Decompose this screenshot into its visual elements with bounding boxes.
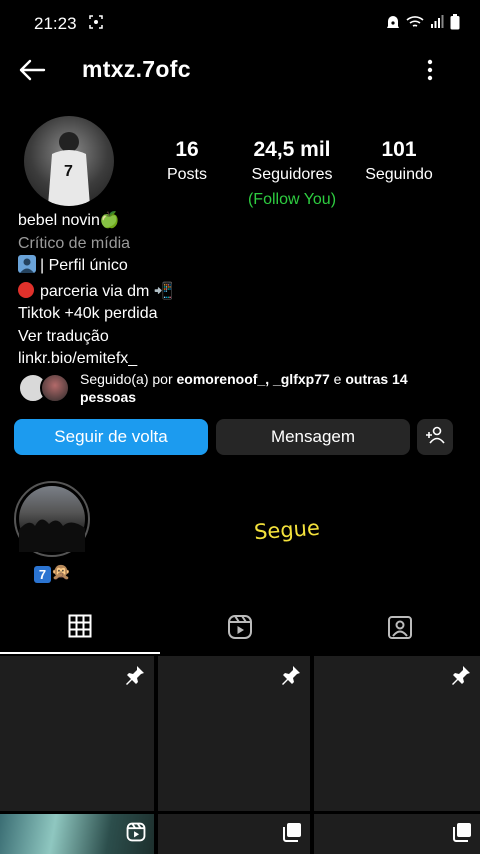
status-time: 21:23	[34, 14, 77, 33]
screenshot-icon	[88, 14, 103, 34]
tagged-icon	[387, 614, 413, 645]
story-highlight[interactable]	[14, 481, 90, 557]
profile-username: mtxz.7ofc	[82, 56, 191, 82]
grid-post[interactable]	[0, 656, 154, 811]
wifi-icon	[406, 14, 424, 34]
tab-reels[interactable]	[160, 604, 320, 654]
grid-post[interactable]	[158, 656, 310, 811]
highlight-label-text: 🙊	[51, 564, 71, 581]
followed-by-users: eomorenoof_, _glfxp77	[176, 371, 330, 387]
followed-by-prefix: Seguido(a) por	[80, 371, 173, 387]
stat-posts[interactable]: 16 Posts	[160, 138, 214, 184]
signal-icon	[430, 14, 444, 34]
alarm-icon	[386, 14, 400, 35]
carousel-icon	[452, 822, 472, 847]
grid-post[interactable]	[314, 656, 480, 811]
stat-followers[interactable]: 24,5 mil Seguidores	[240, 138, 344, 184]
stat-posts-value: 16	[175, 138, 199, 161]
vertical-dots-icon[interactable]	[420, 58, 440, 82]
see-translation-link[interactable]: Ver tradução	[18, 326, 458, 349]
bio-line-2: parceria via dm 📲	[40, 282, 174, 300]
grid-post[interactable]	[314, 814, 480, 854]
tab-tagged[interactable]	[320, 604, 480, 654]
pin-icon	[450, 664, 472, 691]
followed-by[interactable]: Seguido(a) por eomorenoof_, _glfxp77 e o…	[18, 368, 458, 408]
highlight-cover	[19, 486, 85, 552]
highlight-label: 7 🙊	[34, 562, 71, 583]
profile-name: bebel novin🍏	[18, 212, 120, 229]
grid-icon	[68, 614, 92, 643]
avatar	[40, 373, 70, 403]
carousel-icon	[282, 822, 302, 847]
status-bar: 21:23	[0, 0, 480, 48]
overlay-caption: Segue	[253, 515, 321, 545]
follow-you-badge: (Follow You)	[247, 191, 337, 208]
bust-silhouette-icon	[18, 255, 36, 281]
profile-bio: bebel novin🍏 Crítico de mídia | Perfil ú…	[18, 210, 458, 371]
stat-followers-value: 24,5 mil	[253, 138, 331, 161]
grid-post[interactable]	[0, 814, 154, 854]
follow-back-button[interactable]: Seguir de volta	[14, 419, 208, 455]
bio-line-3: Tiktok +40k perdida	[18, 305, 158, 322]
arrow-left-icon[interactable]	[18, 58, 46, 82]
svg-text:7: 7	[64, 163, 73, 180]
stat-following[interactable]: 101 Seguindo	[358, 138, 440, 184]
message-button[interactable]: Mensagem	[216, 419, 410, 455]
add-person-icon	[425, 426, 445, 449]
keycap-seven-icon: 7	[34, 566, 51, 583]
reels-icon	[126, 822, 146, 847]
profile-tabs	[0, 604, 480, 656]
pin-icon	[280, 664, 302, 691]
profile-category: Crítico de mídia	[18, 234, 131, 252]
stat-following-label: Seguindo	[365, 166, 433, 183]
stat-posts-label: Posts	[166, 166, 207, 183]
red-circle-icon	[18, 281, 34, 298]
grid-post[interactable]	[158, 814, 310, 854]
bio-line: | Perfil único	[18, 255, 458, 281]
stat-following-value: 101	[381, 138, 417, 161]
add-person-button[interactable]	[417, 419, 453, 455]
bio-line: parceria via dm 📲	[18, 281, 458, 304]
tab-grid[interactable]	[0, 604, 160, 654]
followed-by-joiner: e	[333, 371, 342, 387]
profile-avatar[interactable]: 7	[24, 116, 114, 206]
profile-header: mtxz.7ofc	[0, 48, 480, 92]
battery-icon	[450, 13, 460, 35]
followed-by-text: Seguido(a) por eomorenoof_, _glfxp77 e o…	[80, 370, 450, 406]
reels-icon	[227, 614, 253, 645]
pin-icon	[124, 664, 146, 691]
bio-line-1: | Perfil único	[40, 257, 128, 274]
stat-followers-label: Seguidores	[251, 166, 333, 183]
post-grid	[0, 656, 480, 854]
